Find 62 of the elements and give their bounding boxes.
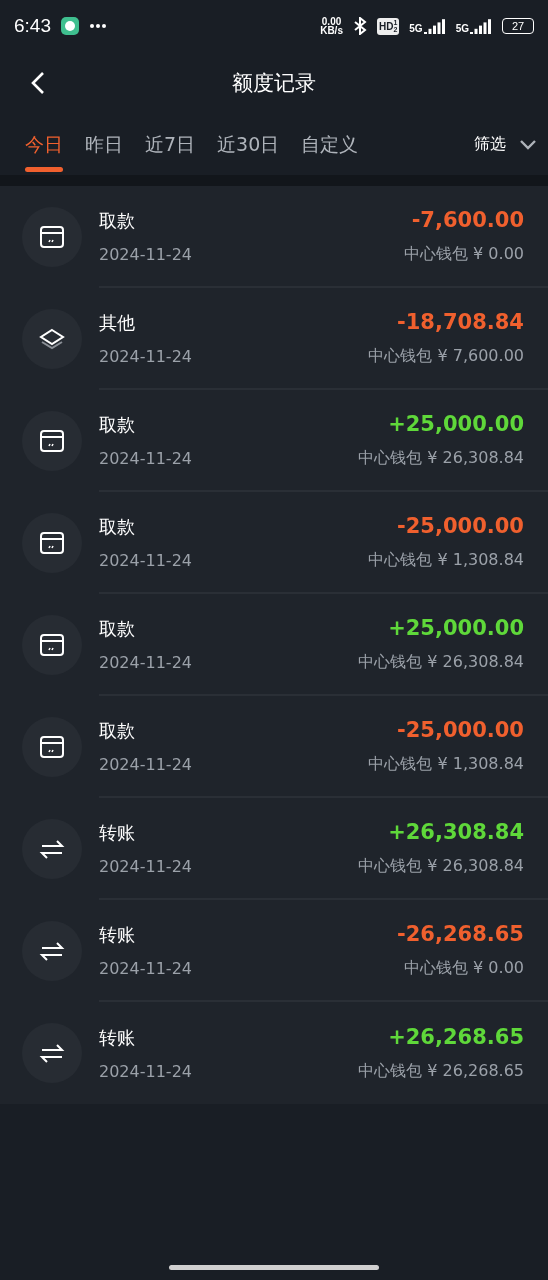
record-amount: +25,000.00 bbox=[388, 411, 524, 436]
record-date: 2024-11-24 bbox=[99, 856, 192, 876]
period-tab[interactable]: 近30日 bbox=[206, 114, 291, 175]
record-type: 转账 bbox=[99, 820, 135, 845]
record-type: 取款 bbox=[99, 412, 135, 437]
filter-button[interactable]: 筛选 bbox=[474, 114, 536, 175]
record-amount: -25,000.00 bbox=[397, 513, 524, 538]
card-icon bbox=[39, 428, 65, 454]
wallet-balance: 中心钱包 ¥ 26,268.65 bbox=[358, 1060, 524, 1082]
more-icon bbox=[89, 23, 107, 29]
record-date: 2024-11-24 bbox=[99, 652, 192, 672]
record-amount: +25,000.00 bbox=[388, 615, 524, 640]
record-amount: -25,000.00 bbox=[397, 717, 524, 742]
record-type: 取款 bbox=[99, 718, 135, 743]
card-icon bbox=[39, 632, 65, 658]
record-date: 2024-11-24 bbox=[99, 1061, 192, 1081]
record-date: 2024-11-24 bbox=[99, 346, 192, 366]
page-title: 额度记录 bbox=[232, 70, 316, 97]
wallet-balance: 中心钱包 ¥ 0.00 bbox=[404, 957, 524, 979]
record-date: 2024-11-24 bbox=[99, 754, 192, 774]
net-speed: 0.00 bbox=[321, 17, 342, 26]
wallet-balance: 中心钱包 ¥ 26,308.84 bbox=[358, 855, 524, 877]
signal-icon bbox=[423, 18, 446, 34]
record-type: 转账 bbox=[99, 1025, 135, 1050]
record-type: 其他 bbox=[99, 310, 135, 335]
record-amount: -26,268.65 bbox=[397, 921, 524, 946]
record-amount: +26,308.84 bbox=[388, 819, 524, 844]
bluetooth-icon bbox=[352, 17, 367, 35]
signal-icon bbox=[470, 18, 492, 34]
net-unit: KB/s bbox=[320, 26, 343, 35]
network-label: 5G bbox=[409, 23, 423, 34]
back-icon bbox=[31, 71, 45, 95]
card-icon bbox=[39, 224, 65, 250]
period-tab[interactable]: 近7日 bbox=[134, 114, 207, 175]
record-type: 取款 bbox=[99, 208, 135, 233]
record-date: 2024-11-24 bbox=[99, 550, 192, 570]
record-type: 转账 bbox=[99, 922, 135, 947]
card-icon bbox=[39, 734, 65, 760]
network-label: 5G bbox=[455, 23, 469, 34]
record-date: 2024-11-24 bbox=[99, 448, 192, 468]
record-type: 取款 bbox=[99, 616, 135, 641]
card-icon bbox=[39, 530, 65, 556]
record-date: 2024-11-24 bbox=[99, 244, 192, 264]
period-tab[interactable]: 今日 bbox=[14, 114, 74, 175]
wallet-balance: 中心钱包 ¥ 7,600.00 bbox=[368, 345, 524, 367]
wallet-balance: 中心钱包 ¥ 1,308.84 bbox=[368, 549, 524, 571]
layers-icon bbox=[39, 326, 65, 352]
record-date: 2024-11-24 bbox=[99, 958, 192, 978]
caret-icon bbox=[520, 139, 536, 150]
period-tab[interactable]: 昨日 bbox=[74, 114, 134, 175]
record-type: 取款 bbox=[99, 514, 135, 539]
wallet-balance: 中心钱包 ¥ 1,308.84 bbox=[368, 753, 524, 775]
period-tab[interactable]: 自定义 bbox=[290, 114, 370, 175]
record-amount: -7,600.00 bbox=[411, 207, 524, 232]
record-amount: -18,708.84 bbox=[397, 309, 524, 334]
battery-icon: 27 bbox=[502, 18, 534, 34]
wallet-balance: 中心钱包 ¥ 26,308.84 bbox=[358, 447, 524, 469]
status-time: 6:43 bbox=[14, 15, 51, 37]
chat-app-icon bbox=[61, 17, 79, 35]
record-amount: +26,268.65 bbox=[388, 1024, 524, 1049]
wallet-balance: 中心钱包 ¥ 0.00 bbox=[404, 243, 524, 265]
wallet-balance: 中心钱包 ¥ 26,308.84 bbox=[358, 651, 524, 673]
